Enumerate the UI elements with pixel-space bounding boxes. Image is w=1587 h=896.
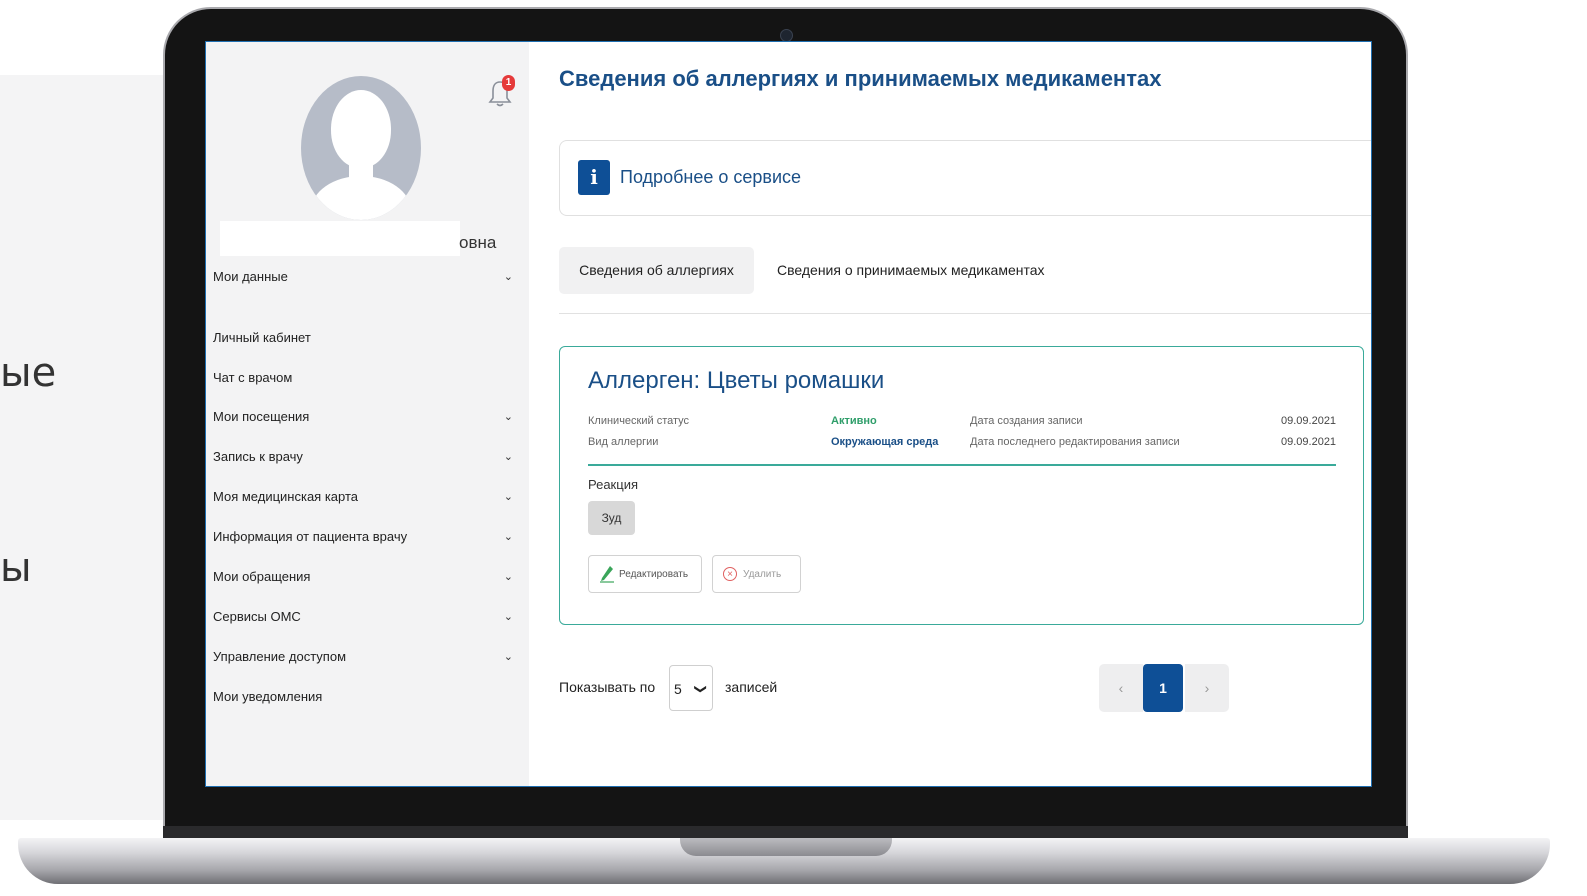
info-icon: i	[578, 160, 610, 195]
edited-date-label: Дата последнего редактирования записи	[970, 436, 1180, 448]
sidebar-item-label: Мои уведомления	[213, 689, 323, 704]
clinical-status-label: Клинический статус	[588, 415, 690, 427]
page-title: Сведения об аллергиях и принимаемых меди…	[559, 66, 1162, 91]
edit-button-label: Редактировать	[619, 569, 689, 580]
card-divider	[588, 464, 1336, 466]
next-page-button[interactable]: ›	[1185, 664, 1229, 712]
sidebar-item-doctor-chat[interactable]: Чат с врачом	[213, 368, 513, 388]
tab-allergies[interactable]: Сведения об аллергиях	[559, 247, 754, 294]
edit-button[interactable]: Редактировать	[588, 555, 702, 593]
info-box: i Подробнее о сервисе	[559, 140, 1371, 216]
notification-badge: 1	[502, 75, 515, 91]
chevron-down-icon: ⌄	[503, 411, 513, 423]
allergy-type-value: Окружающая среда	[831, 436, 939, 448]
sidebar-item-label: Управление доступом	[213, 649, 347, 664]
sidebar-item-label: Мои обращения	[213, 569, 311, 584]
sidebar-item-personal-account[interactable]: Личный кабинет	[213, 328, 513, 348]
sidebar-item-my-data[interactable]: Мои данные ⌄	[213, 267, 513, 287]
chevron-down-icon: ⌄	[503, 451, 513, 463]
card-title: Аллерген: Цветы ромашки	[588, 367, 885, 394]
sidebar-item-medical-card[interactable]: Моя медицинская карта ⌄	[213, 487, 513, 507]
sidebar-item-patient-info[interactable]: Информация от пациента врачу ⌄	[213, 527, 513, 547]
chevron-down-icon: ⌄	[503, 651, 513, 663]
chevron-down-icon: ⌄	[503, 571, 513, 583]
sidebar-item-requests[interactable]: Мои обращения ⌄	[213, 567, 513, 587]
laptop-notch	[680, 838, 892, 856]
created-date-value: 09.09.2021	[1281, 415, 1337, 427]
chevron-down-icon: ⌄	[503, 491, 513, 503]
sidebar-item-visits[interactable]: Мои посещения ⌄	[213, 407, 513, 427]
chevron-down-icon: ⌄	[503, 271, 513, 283]
edited-date-value: 09.09.2021	[1281, 436, 1337, 448]
sidebar-item-appointment[interactable]: Запись к врачу ⌄	[213, 447, 513, 467]
avatar[interactable]	[301, 76, 421, 220]
clinical-status-value: Активно	[831, 415, 877, 427]
page-size-select[interactable]: 5 ❯	[669, 665, 713, 711]
tab-divider	[559, 313, 1371, 314]
screen: 1 овна Мои данные ⌄ Личный кабинет Чат с…	[205, 41, 1372, 787]
delete-button-label: Удалить	[743, 569, 782, 580]
background-text-1: ые	[0, 350, 57, 396]
sidebar: 1 овна Мои данные ⌄ Личный кабинет Чат с…	[206, 42, 529, 786]
avatar-body	[311, 176, 411, 220]
reaction-label: Реакция	[588, 477, 638, 492]
main-content: Сведения об аллергиях и принимаемых меди…	[529, 42, 1371, 786]
avatar-head	[331, 90, 391, 168]
page-1-button[interactable]: 1	[1143, 664, 1183, 712]
sidebar-item-notifications[interactable]: Мои уведомления	[213, 687, 513, 707]
service-info-link[interactable]: Подробнее о сервисе	[620, 167, 801, 188]
name-redaction	[220, 221, 460, 256]
records-label: записей	[725, 679, 778, 695]
allergy-type-label: Вид аллергии	[588, 436, 659, 448]
sidebar-item-label: Запись к врачу	[213, 449, 303, 464]
sidebar-item-label: Информация от пациента врачу	[213, 529, 408, 544]
created-date-label: Дата создания записи	[970, 415, 1083, 427]
sidebar-item-label: Моя медицинская карта	[213, 489, 359, 504]
allergy-card: Аллерген: Цветы ромашки Клинический стат…	[559, 346, 1364, 625]
chevron-down-icon: ❯	[693, 683, 708, 695]
tab-medications[interactable]: Сведения о принимаемых медикаментах	[777, 247, 1045, 294]
sidebar-item-access-control[interactable]: Управление доступом ⌄	[213, 647, 513, 667]
background-text-2: ы	[0, 545, 32, 591]
prev-page-button[interactable]: ‹	[1099, 664, 1143, 712]
chevron-down-icon: ⌄	[503, 611, 513, 623]
pencil-icon	[600, 566, 614, 583]
sidebar-item-label: Мои посещения	[213, 409, 310, 424]
sidebar-item-label: Чат с врачом	[213, 370, 293, 385]
close-icon: ×	[723, 567, 737, 581]
user-name: овна	[459, 233, 497, 252]
sidebar-item-label: Мои данные	[213, 269, 288, 284]
sidebar-item-label: Сервисы ОМС	[213, 609, 301, 624]
page-size-label: Показывать по	[559, 679, 656, 695]
sidebar-item-label: Личный кабинет	[213, 330, 311, 345]
chevron-down-icon: ⌄	[503, 531, 513, 543]
delete-button[interactable]: × Удалить	[712, 555, 801, 593]
sidebar-item-oms-services[interactable]: Сервисы ОМС ⌄	[213, 607, 513, 627]
reaction-chip: Зуд	[588, 501, 635, 535]
